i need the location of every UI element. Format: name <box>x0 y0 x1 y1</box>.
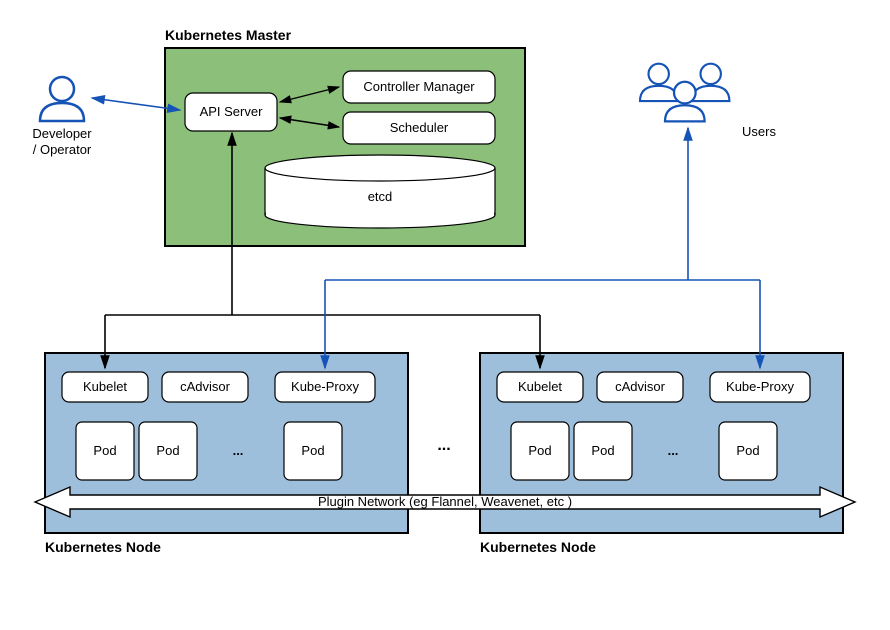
api-server-label: API Server <box>200 104 264 119</box>
node2-title: Kubernetes Node <box>480 539 596 555</box>
master-title: Kubernetes Master <box>165 27 292 43</box>
node2-kubeproxy-label: Kube-Proxy <box>726 379 794 394</box>
users-icon <box>640 64 729 122</box>
node1-kubelet-label: Kubelet <box>83 379 127 394</box>
developer-label-1: Developer <box>32 126 92 141</box>
node1-pod1-label: Pod <box>93 443 116 458</box>
node2-cadvisor-label: cAdvisor <box>615 379 666 394</box>
node1-pod-ellipsis: ... <box>233 443 244 458</box>
scheduler-label: Scheduler <box>390 120 449 135</box>
node1-cadvisor-label: cAdvisor <box>180 379 231 394</box>
between-nodes-ellipsis: ... <box>437 437 450 454</box>
node2-pod2-label: Pod <box>591 443 614 458</box>
etcd-label: etcd <box>368 189 393 204</box>
node1-pod3-label: Pod <box>301 443 324 458</box>
network-label: Plugin Network (eg Flannel, Weavenet, et… <box>318 494 572 509</box>
node1-pod2-label: Pod <box>156 443 179 458</box>
controller-manager-label: Controller Manager <box>363 79 475 94</box>
developer-icon <box>40 77 84 121</box>
node1-kubeproxy-label: Kube-Proxy <box>291 379 359 394</box>
developer-label-2: / Operator <box>33 142 92 157</box>
node2-pod3-label: Pod <box>736 443 759 458</box>
node2-kubelet-label: Kubelet <box>518 379 562 394</box>
node1-title: Kubernetes Node <box>45 539 161 555</box>
users-label: Users <box>742 124 776 139</box>
node2-pod-ellipsis: ... <box>668 443 679 458</box>
node2-pod1-label: Pod <box>528 443 551 458</box>
